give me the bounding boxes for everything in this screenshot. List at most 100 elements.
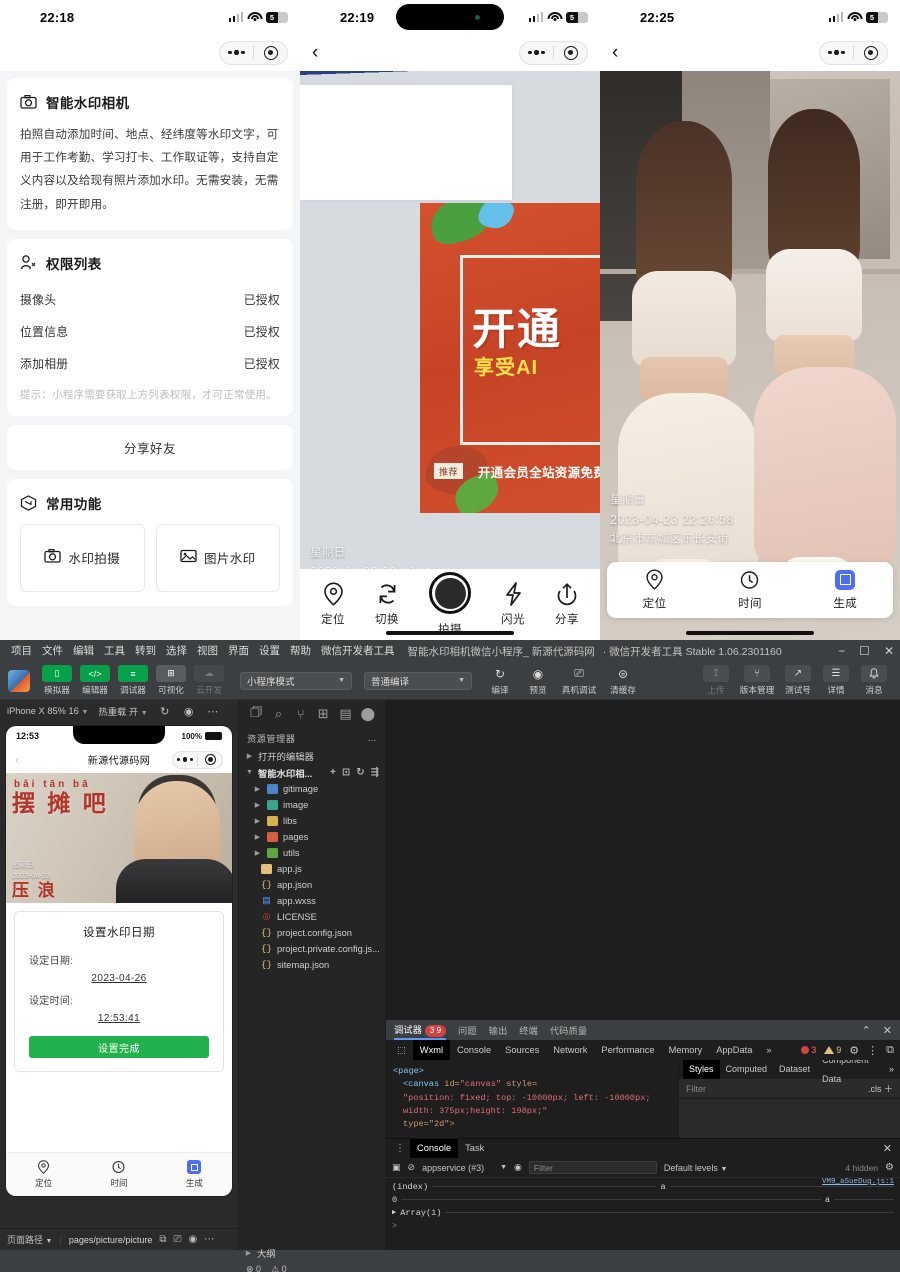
share-button[interactable]: 分享 [555,582,579,627]
tab-performance[interactable]: Performance [594,1040,661,1060]
flash-button[interactable]: 闪光 [501,582,525,627]
toolbar-debugger[interactable]: ≡ 调试器 [114,665,152,696]
extensions-icon[interactable]: ⊞ [315,706,331,722]
plugin-icon[interactable]: ⬤ [360,706,376,722]
menu-item-tools[interactable]: 工具 [99,640,130,662]
more-dots-icon[interactable] [520,42,553,64]
console-log-area[interactable]: VM9_aSueDug.js:1 (index) a 0 a [386,1178,900,1250]
file-row[interactable]: ◎ LICENSE [239,909,385,925]
folder-row[interactable]: ▶ pages [239,829,385,845]
maximize-button[interactable]: ☐ [859,645,870,657]
dock-icon[interactable]: ⧉ [886,1044,894,1057]
sim-tab-time[interactable]: 时间 [110,1160,127,1189]
target-icon[interactable] [554,42,587,64]
more-icon[interactable]: ⋯ [206,704,220,718]
device-debug-button[interactable]: ⎚ 真机调试 [558,665,600,696]
device-debug-icon[interactable]: ⎚ [174,1234,182,1245]
branch-icon[interactable]: ⑂ [744,665,770,682]
menu-item-help[interactable]: 帮助 [285,640,316,662]
simulated-device[interactable]: 12:53 100% ‹ 新源代源码网 [6,726,232,1196]
search-icon[interactable]: ⌕ [270,706,286,722]
menu-item-select[interactable]: 选择 [161,640,192,662]
menu-item-edit[interactable]: 编辑 [68,640,99,662]
gear-icon[interactable]: ⚙ [849,1044,859,1057]
external-icon[interactable]: ↗ [785,665,811,682]
confirm-button[interactable]: 设置完成 [29,1036,209,1058]
share-button[interactable]: 分享好友 [7,425,293,470]
generate-icon[interactable] [835,570,855,590]
debugger-icon[interactable]: ≡ [118,665,148,682]
menu-item-project[interactable]: 项目 [6,640,37,662]
eye-icon[interactable]: ◉ [189,1234,198,1245]
tab-problems[interactable]: 问题 [458,1023,477,1037]
folder-row[interactable]: ▶ gitimage [239,781,385,797]
styles-filter-input[interactable]: Filter [686,1084,706,1094]
tab-wxml[interactable]: Wxml [413,1040,450,1060]
page-path-select[interactable]: 页面路径 ▼ [7,1233,52,1246]
preview-button[interactable]: ◉ 预览 [520,665,556,696]
collapse-icon[interactable]: ⌃ [862,1024,871,1037]
locate-button[interactable]: 定位 [643,569,667,611]
warning-count[interactable]: ⚠ 0 [271,1264,287,1272]
close-icon[interactable]: ✕ [883,1024,892,1037]
copy-icon[interactable]: ⧉ [159,1234,166,1245]
folder-row[interactable]: ▶ utils [239,845,385,861]
console-filter-input[interactable]: Filter [529,1161,657,1174]
file-row[interactable]: {} project.config.json [239,925,385,941]
more-icon[interactable]: ⋯ [204,1234,214,1245]
error-count[interactable]: 3 [801,1045,816,1055]
file-row[interactable]: {} project.private.config.js... [239,941,385,957]
more-dots-icon[interactable] [820,42,853,64]
target-icon[interactable] [198,752,222,768]
add-rule-icon[interactable]: ＋ [884,1084,893,1094]
clear-console-icon[interactable]: ⊘ [408,1162,416,1173]
source-control-icon[interactable]: ⑂ [293,706,309,722]
menu-item-ui[interactable]: 界面 [223,640,254,662]
refresh-icon[interactable]: ↻ [491,665,509,682]
generate-button[interactable]: 生成 [833,570,857,611]
sim-capsule-buttons[interactable] [172,751,223,769]
time-value[interactable]: 12:53:41 [29,1013,209,1024]
messages-button[interactable]: 消息 [856,665,892,696]
collapse-icon[interactable]: ⇶ [371,767,379,778]
close-icon[interactable]: ✕ [883,1142,892,1155]
project-root-row[interactable]: ▼ 智能水印相... + ⊡ ↻ ⇶ [239,764,385,781]
back-icon[interactable]: ‹ [312,43,332,62]
menu-item-goto[interactable]: 转到 [130,640,161,662]
eye-icon[interactable]: ◉ [514,1162,522,1173]
shutter-icon[interactable] [429,572,471,614]
compile-select[interactable]: 普通编译 ▼ [364,672,472,690]
file-row[interactable]: ▤ app.wxss [239,893,385,909]
refresh-icon[interactable]: ↻ [158,704,172,718]
close-button[interactable]: ✕ [884,645,894,657]
details-button[interactable]: ☰ 详情 [818,665,854,696]
back-icon[interactable]: ‹ [612,43,632,62]
file-row[interactable]: {} app.json [239,877,385,893]
context-select[interactable]: appservice (#3) ▼ [422,1163,507,1173]
sim-tab-generate[interactable]: 生成 [186,1160,203,1189]
device-select[interactable]: iPhone X 85% 16 ▼ [7,706,88,716]
hot-reload-select[interactable]: 热重载 开 ▼ [98,704,147,718]
tab-terminal[interactable]: 终端 [519,1023,538,1037]
shutter-button[interactable]: 拍摄 [429,572,471,637]
menu-item-view[interactable]: 视图 [192,640,223,662]
locate-button[interactable]: 定位 [321,582,345,627]
menu-item-settings[interactable]: 设置 [254,640,285,662]
tab-network[interactable]: Network [546,1040,594,1060]
mode-select[interactable]: 小程序模式 ▼ [240,672,352,690]
toolbar-simulator[interactable]: ▯ 模拟器 [38,665,76,696]
cls-button[interactable]: .cls [868,1084,882,1094]
tab-memory[interactable]: Memory [662,1040,710,1060]
more-dots-icon[interactable] [220,42,253,64]
target-icon[interactable] [254,42,287,64]
debug-icon[interactable]: ▤ [337,706,353,722]
levels-select[interactable]: Default levels ▼ [664,1163,727,1173]
phone1-capsule-buttons[interactable] [219,41,288,65]
time-button[interactable]: 时间 [738,570,762,611]
folder-row[interactable]: ▶ libs [239,813,385,829]
test-account-button[interactable]: ↗ 测试号 [780,665,816,696]
tab-console[interactable]: Console [410,1139,458,1158]
date-value[interactable]: 2023-04-26 [29,973,209,984]
files-icon[interactable]: 🗇 [248,706,264,722]
details-icon[interactable]: ☰ [823,665,849,682]
